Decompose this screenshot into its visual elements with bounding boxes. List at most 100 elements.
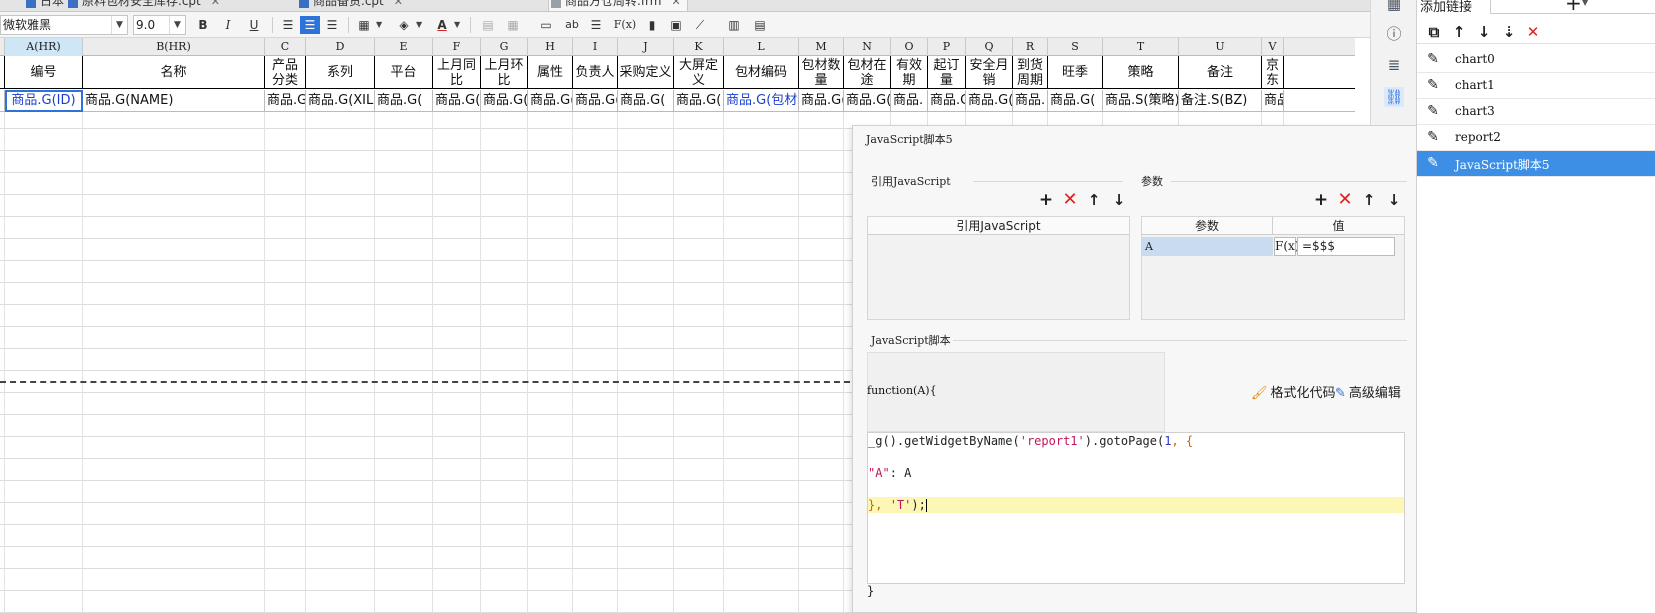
header-cell[interactable]: 起订量 — [928, 56, 966, 89]
column-header[interactable]: M — [799, 38, 844, 56]
header-cell[interactable]: 采购定义 — [618, 56, 674, 89]
header-cell[interactable]: 平台 — [375, 56, 433, 89]
close-icon[interactable]: ✕ — [211, 0, 220, 8]
table-cell[interactable]: 商品.G( — [265, 90, 306, 112]
header-cell[interactable]: 有效期 — [891, 56, 928, 89]
header-cell[interactable]: 大屏定义 — [674, 56, 724, 89]
column-header[interactable]: D — [306, 38, 375, 56]
tab-1[interactable]: 原料包材安全库存.cpt ✕ — [66, 0, 226, 11]
column-header[interactable]: Q — [966, 38, 1013, 56]
add-param-button[interactable]: + — [1312, 191, 1330, 209]
column-header[interactable]: U — [1179, 38, 1262, 56]
chevron-down-icon[interactable]: ▼ — [416, 16, 424, 34]
table-cell[interactable]: 商品.G(包材编 — [724, 90, 799, 112]
table-cell[interactable]: 商品.G( — [528, 90, 573, 112]
slash-icon[interactable]: ⟋ — [690, 16, 710, 34]
header-cell[interactable]: 包材数量 — [799, 56, 844, 89]
column-header[interactable]: P — [928, 38, 966, 56]
table-cell[interactable]: 商品.G( — [799, 90, 844, 112]
header-cell[interactable]: 包材编码 — [724, 56, 799, 89]
move-down-ref-button[interactable]: ↓ — [1110, 191, 1128, 209]
column-header[interactable]: B(HR) — [83, 38, 265, 56]
align-center-icon[interactable]: ☰ — [300, 16, 320, 34]
column-header[interactable]: O — [891, 38, 928, 56]
delete-ref-button[interactable]: ✕ — [1061, 191, 1079, 209]
info-sheet-icon[interactable]: ⓘ — [1384, 24, 1404, 44]
column-header[interactable]: H — [528, 38, 573, 56]
report-icon[interactable]: ▤ — [750, 16, 770, 34]
chevron-down-icon[interactable]: ▼ — [376, 16, 384, 34]
cell-selected[interactable]: 商品.G(ID) — [5, 90, 83, 112]
bold-button[interactable]: B — [193, 16, 213, 34]
tab-3-active[interactable]: 商品方仓周转.frm ✕ — [548, 0, 688, 11]
copy-icon[interactable]: ⧉ — [1425, 23, 1443, 41]
param-name-cell[interactable]: A — [1142, 237, 1273, 256]
header-cell[interactable]: 策略 — [1103, 56, 1179, 89]
table-cell[interactable]: 商品.S(策略) — [1103, 90, 1179, 112]
table-cell[interactable]: 商品 — [1262, 90, 1284, 112]
tab-0[interactable]: 日本 — [24, 0, 70, 11]
close-icon[interactable]: ✕ — [394, 0, 403, 8]
sort-icon[interactable]: ⇣ — [1500, 23, 1518, 41]
column-header[interactable]: V — [1262, 38, 1284, 56]
column-header[interactable]: S — [1048, 38, 1103, 56]
table-cell[interactable]: 商品.G(XILIE — [306, 90, 375, 112]
image-icon[interactable]: ▣ — [666, 16, 686, 34]
tab-2[interactable]: 商品备货.cpt ✕ — [297, 0, 409, 11]
format-code-button[interactable]: 🖌 格式化代码 — [1251, 382, 1336, 401]
arrow-down-icon[interactable]: ↓ — [1475, 23, 1493, 41]
column-header[interactable]: A(HR) — [5, 38, 83, 56]
ref-js-table[interactable]: 引用JavaScript — [867, 216, 1130, 320]
chevron-down-icon[interactable]: ▼ — [454, 16, 462, 34]
paragraph-icon[interactable]: ☰ — [586, 16, 606, 34]
text-color-button[interactable]: A — [432, 16, 452, 34]
layers-icon[interactable]: ≣ — [1384, 55, 1404, 75]
move-up-ref-button[interactable]: ↑ — [1085, 191, 1103, 209]
header-cell[interactable]: 备注 — [1179, 56, 1262, 89]
header-cell[interactable]: 系列 — [306, 56, 375, 89]
arrow-up-icon[interactable]: ↑ — [1450, 23, 1468, 41]
fill-color-icon[interactable]: ◈ — [394, 16, 414, 34]
list-item[interactable]: ✎ chart3 — [1417, 99, 1655, 125]
column-header[interactable]: N — [844, 38, 891, 56]
table-cell[interactable]: 商品.G( — [375, 90, 433, 112]
table-cell[interactable]: 商品.G( — [573, 90, 618, 112]
list-item[interactable]: ✎ chart0 — [1417, 47, 1655, 73]
font-name-select[interactable]: 微软雅黑 ▼ — [0, 15, 128, 35]
formula-button[interactable]: F(x) — [612, 16, 638, 34]
column-header[interactable]: J — [618, 38, 674, 56]
delete-icon[interactable]: ✕ — [1524, 23, 1542, 41]
align-left-icon[interactable]: ☰ — [278, 16, 298, 34]
table-cell[interactable]: 商品.G( — [674, 90, 724, 112]
header-cell[interactable]: 京东 — [1262, 56, 1284, 89]
header-cell[interactable]: 编号 — [5, 56, 83, 89]
column-header[interactable]: R — [1013, 38, 1048, 56]
list-item-selected[interactable]: ✎ JavaScript脚本5 — [1417, 151, 1655, 177]
ab-button[interactable]: ab — [562, 16, 582, 34]
table-cell[interactable]: 商品. — [891, 90, 928, 112]
table-cell[interactable]: 商品.G( — [1048, 90, 1103, 112]
close-icon[interactable]: ✕ — [671, 0, 680, 8]
link-icon[interactable]: ⛓ — [1384, 87, 1404, 107]
table-cell[interactable]: 商品.G( — [966, 90, 1013, 112]
advanced-edit-button[interactable]: ✎ 高级编辑 — [1335, 382, 1401, 401]
column-header[interactable]: I — [573, 38, 618, 56]
table-cell[interactable]: 商品.G( — [928, 90, 966, 112]
header-cell[interactable]: 属性 — [528, 56, 573, 89]
delete-param-button[interactable]: ✕ — [1336, 191, 1354, 209]
table-cell[interactable]: 备注.S(BZ) — [1179, 90, 1262, 112]
table-cell[interactable]: 商品.G(NAME) — [83, 90, 265, 112]
header-cell[interactable]: 产品分类 — [265, 56, 306, 89]
header-cell[interactable]: 安全月销 — [966, 56, 1013, 89]
header-cell[interactable]: 负责人 — [573, 56, 618, 89]
header-cell[interactable]: 上月环比 — [481, 56, 528, 89]
column-header[interactable]: F — [433, 38, 481, 56]
wrap-text-icon[interactable]: ▭ — [536, 16, 556, 34]
chevron-up-icon[interactable]: ︿ — [1353, 40, 1355, 56]
bar-chart-icon[interactable]: ▮ — [642, 16, 662, 34]
move-down-param-button[interactable]: ↓ — [1385, 191, 1403, 209]
font-size-select[interactable]: 9.0 ▼ — [133, 15, 186, 35]
header-cell[interactable]: 上月同比 — [433, 56, 481, 89]
align-right-icon[interactable]: ☰ — [322, 16, 342, 34]
header-cell[interactable]: 包材在途 — [844, 56, 891, 89]
